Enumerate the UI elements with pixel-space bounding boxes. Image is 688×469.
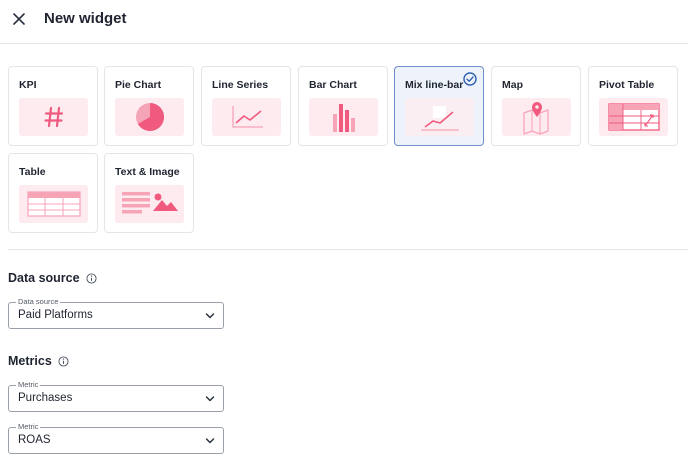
widget-tile-label: Line Series (212, 79, 269, 91)
widget-tile-label: Text & Image (115, 166, 180, 178)
chevron-down-icon (205, 313, 215, 319)
widget-tile-bar-chart[interactable]: Bar Chart (298, 66, 388, 146)
widget-tile-label: Bar Chart (309, 79, 357, 91)
widget-tile-label: Table (19, 166, 46, 178)
info-icon[interactable] (58, 355, 69, 367)
line-chart-icon (212, 98, 281, 136)
data-source-field-label: Data source (16, 297, 61, 307)
info-icon[interactable] (86, 272, 97, 284)
metric-value: Purchases (18, 392, 73, 404)
pivot-table-icon (599, 98, 668, 136)
hash-icon (19, 98, 88, 136)
widget-tile-label: Pivot Table (599, 79, 655, 91)
close-button[interactable] (8, 8, 30, 30)
widget-tile-pie-chart[interactable]: Pie Chart (104, 66, 194, 146)
widget-tile-label: KPI (19, 79, 37, 91)
section-divider (8, 249, 688, 250)
table-icon (19, 185, 88, 223)
widget-tile-label: Pie Chart (115, 79, 162, 91)
widget-tile-label: Map (502, 79, 523, 91)
mix-line-bar-icon (405, 98, 474, 136)
chevron-down-icon (205, 396, 215, 402)
data-source-select[interactable]: Data source Paid Platforms (8, 297, 224, 329)
data-source-heading: Data source (8, 271, 80, 285)
metric-field-label: Metric (16, 422, 41, 432)
dialog-title: New widget (44, 10, 127, 27)
data-source-section-title: Data source (8, 271, 97, 285)
dialog-header: New widget (0, 0, 688, 44)
pie-chart-icon (115, 98, 184, 136)
check-circle-icon (463, 72, 477, 86)
widget-tile-line-series[interactable]: Line Series (201, 66, 291, 146)
metric-field-label: Metric (16, 380, 41, 390)
widget-tile-table[interactable]: Table (8, 153, 98, 233)
metric-value: ROAS (18, 434, 51, 446)
metrics-section-title: Metrics (8, 354, 69, 368)
metrics-heading: Metrics (8, 354, 52, 368)
widget-tile-mix-line-bar[interactable]: Mix line-bar (394, 66, 484, 146)
widget-tile-label: Mix line-bar (405, 79, 464, 91)
chevron-down-icon (205, 438, 215, 444)
widget-tile-pivot-table[interactable]: Pivot Table (588, 66, 678, 146)
metric-select[interactable]: Metric ROAS (8, 422, 224, 454)
widget-tile-text-image[interactable]: Text & Image (104, 153, 194, 233)
widget-tile-kpi[interactable]: KPI (8, 66, 98, 146)
data-source-value: Paid Platforms (18, 309, 93, 321)
map-icon (502, 98, 571, 136)
close-icon (13, 13, 25, 25)
metric-select[interactable]: Metric Purchases (8, 380, 224, 412)
text-image-icon (115, 185, 184, 223)
bar-chart-icon (309, 98, 378, 136)
widget-tile-map[interactable]: Map (491, 66, 581, 146)
